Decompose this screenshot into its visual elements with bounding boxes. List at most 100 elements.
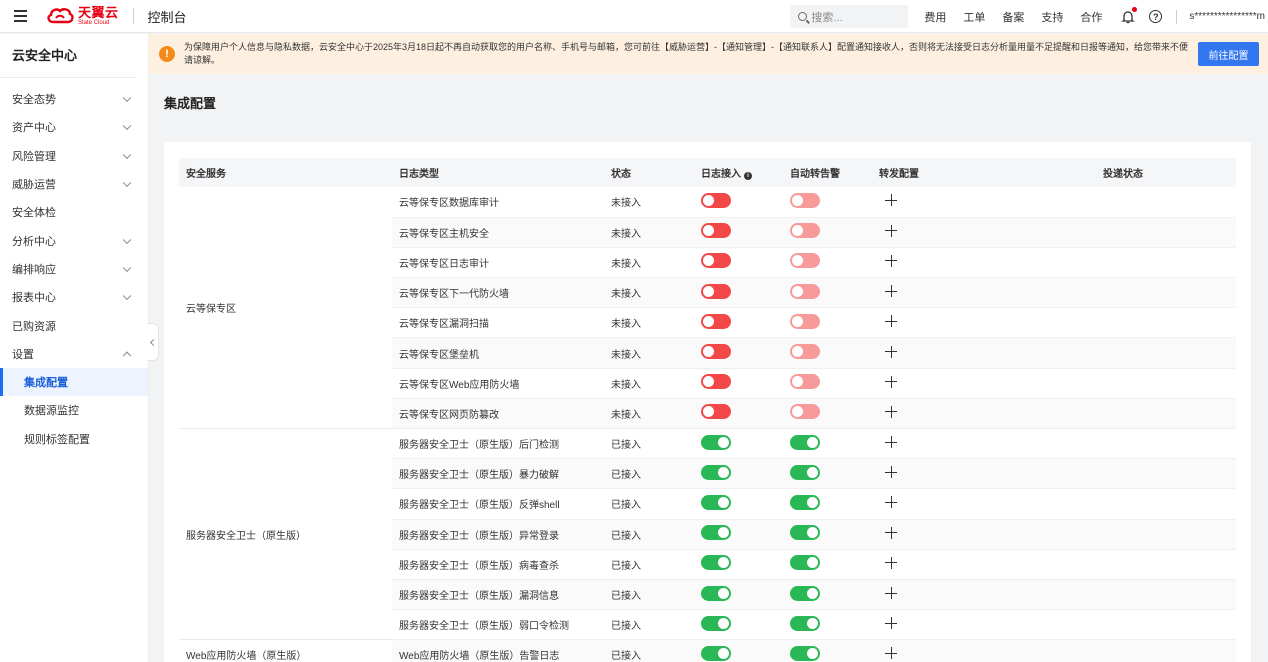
warning-icon: !	[159, 46, 175, 62]
top-bar: 天翼云 State Cloud 控制台 搜索... 费用 工单 备案 支持 合作…	[0, 0, 1268, 33]
sidebar-item[interactable]: 设置	[0, 340, 148, 368]
plus-icon[interactable]	[885, 526, 897, 539]
log-access-toggle[interactable]	[701, 192, 731, 208]
privacy-notice-banner: ! 为保障用户个人信息与隐私数据，云安全中心于2025年3月18日起不再自动获取…	[149, 34, 1268, 74]
sidebar-item[interactable]: 安全态势	[0, 85, 148, 113]
plus-icon[interactable]	[885, 556, 897, 569]
account-name[interactable]: s****************m	[1189, 11, 1265, 22]
log-access-toggle[interactable]	[701, 223, 731, 239]
auto-alert-toggle[interactable]	[790, 253, 820, 269]
header-delivery-status: 投递状态	[1096, 158, 1236, 187]
delivery-status-cell	[1096, 519, 1236, 550]
auto-alert-toggle[interactable]	[790, 525, 820, 541]
log-access-toggle[interactable]	[701, 344, 731, 360]
log-access-toggle[interactable]	[701, 494, 731, 510]
log-access-toggle[interactable]	[701, 645, 731, 661]
plus-icon[interactable]	[885, 617, 897, 630]
plus-icon[interactable]	[885, 405, 897, 418]
auto-alert-toggle[interactable]	[790, 283, 820, 299]
log-access-toggle[interactable]	[701, 585, 731, 601]
auto-alert-toggle[interactable]	[790, 615, 820, 631]
sidebar-item[interactable]: 集成配置	[0, 367, 148, 397]
menu-icon[interactable]	[0, 0, 40, 33]
sidebar-item[interactable]: 安全体检	[0, 198, 148, 226]
auto-alert-toggle[interactable]	[790, 344, 820, 360]
console-link[interactable]: 控制台	[148, 7, 187, 26]
log-access-toggle[interactable]	[701, 283, 731, 299]
bell-icon[interactable]	[1121, 6, 1138, 24]
auto-alert-toggle[interactable]	[790, 464, 820, 480]
sidebar-item[interactable]: 资产中心	[0, 113, 148, 141]
header-service: 安全服务	[179, 158, 392, 187]
plus-icon[interactable]	[885, 466, 897, 479]
plus-icon[interactable]	[885, 194, 897, 207]
sidebar-item[interactable]: 数据源监控	[0, 396, 148, 424]
plus-icon[interactable]	[885, 375, 897, 388]
log-type-cell: 服务器安全卫士（原生版）暴力破解	[392, 458, 604, 490]
auto-alert-toggle[interactable]	[790, 585, 820, 601]
auto-alert-toggle[interactable]	[790, 645, 820, 661]
table-header-row: 安全服务 日志类型 状态 日志接入 i 自动转告警 转发配置 投递状态	[179, 158, 1236, 187]
auto-alert-toggle[interactable]	[790, 494, 820, 510]
brand-name-en: State Cloud	[78, 20, 110, 26]
search-input[interactable]: 搜索...	[790, 5, 909, 28]
log-access-toggle[interactable]	[701, 374, 731, 390]
auto-alert-toggle[interactable]	[790, 555, 820, 571]
table-body: 云等保专区 云等保专区数据库审计 未接入 云等保专区主机安全 未接入 云等保专区日志审计未…	[179, 187, 1236, 662]
plus-icon[interactable]	[885, 285, 897, 298]
auto-alert-toggle[interactable]	[790, 404, 820, 420]
goto-config-button[interactable]: 前往配置	[1198, 42, 1259, 66]
top-link-support[interactable]: 支持	[1041, 9, 1063, 25]
notification-dot	[1132, 6, 1138, 12]
auto-alert-toggle[interactable]	[790, 434, 820, 450]
log-type-cell: Web应用防火墙（原生版）告警日志	[392, 639, 604, 662]
forward-config-cell	[872, 277, 1096, 309]
top-link-ticket[interactable]: 工单	[963, 9, 985, 25]
collapse-sidebar-icon[interactable]	[147, 323, 159, 361]
top-link-partner[interactable]: 合作	[1080, 9, 1102, 25]
plus-icon[interactable]	[885, 224, 897, 237]
log-access-toggle[interactable]	[701, 253, 731, 269]
log-access-toggle[interactable]	[701, 615, 731, 631]
forward-config-cell	[872, 398, 1096, 430]
sidebar-item[interactable]: 分析中心	[0, 226, 148, 254]
plus-icon[interactable]	[885, 315, 897, 328]
help-icon[interactable]: ?	[1149, 10, 1163, 23]
log-access-toggle[interactable]	[701, 404, 731, 420]
forward-config-cell	[872, 368, 1096, 399]
plus-icon[interactable]	[885, 436, 897, 449]
auto-alert-toggle[interactable]	[790, 374, 820, 390]
brand-logo[interactable]: 天翼云 State Cloud	[46, 0, 119, 33]
plus-icon[interactable]	[885, 496, 897, 509]
plus-icon[interactable]	[885, 647, 897, 660]
page-title: 集成配置	[164, 96, 217, 111]
sidebar-item[interactable]: 威胁运营	[0, 170, 148, 198]
log-access-toggle[interactable]	[701, 525, 731, 541]
auto-alert-toggle[interactable]	[790, 192, 820, 208]
plus-icon[interactable]	[885, 345, 897, 358]
sidebar-item[interactable]: 规则标签配置	[0, 425, 148, 453]
log-access-toggle[interactable]	[701, 434, 731, 450]
plus-icon[interactable]	[885, 254, 897, 267]
forward-config-cell	[872, 639, 1096, 662]
forward-config-cell	[872, 519, 1096, 550]
auto-alert-toggle[interactable]	[790, 223, 820, 239]
header-forward-config: 转发配置	[872, 158, 1096, 187]
top-link-billing[interactable]: 费用	[924, 9, 946, 25]
sidebar-item[interactable]: 已购资源	[0, 311, 148, 339]
log-access-toggle[interactable]	[701, 555, 731, 571]
sidebar-item-label: 集成配置	[24, 377, 68, 390]
forward-config-cell	[872, 187, 1096, 218]
info-icon[interactable]: i	[744, 172, 752, 180]
sidebar-item[interactable]: 报表中心	[0, 283, 148, 311]
auto-alert-cell	[783, 639, 872, 662]
sidebar-item[interactable]: 编排响应	[0, 255, 148, 283]
sidebar-item[interactable]: 风险管理	[0, 142, 148, 170]
auto-alert-toggle[interactable]	[790, 313, 820, 329]
top-link-filing[interactable]: 备案	[1002, 9, 1024, 25]
sidebar-item-label: 规则标签配置	[24, 433, 90, 446]
log-access-cell	[694, 488, 783, 520]
log-access-toggle[interactable]	[701, 464, 731, 480]
plus-icon[interactable]	[885, 587, 897, 600]
log-access-toggle[interactable]	[701, 313, 731, 329]
